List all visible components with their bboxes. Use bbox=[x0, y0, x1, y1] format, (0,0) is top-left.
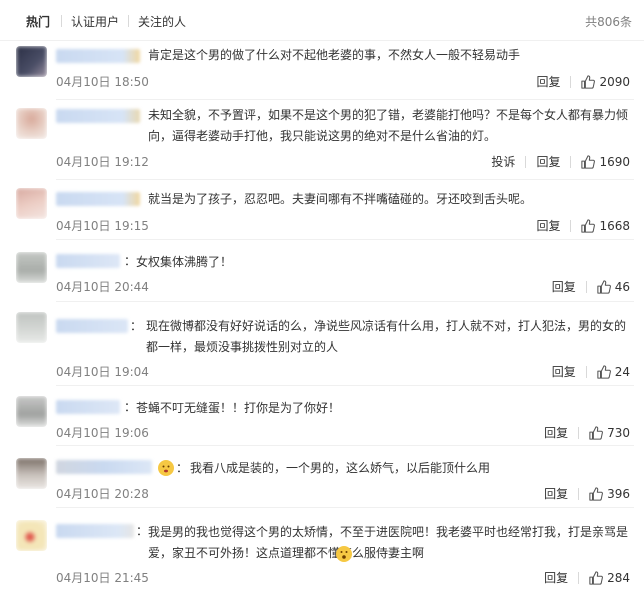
comment-time: 04月10日 18:50 bbox=[56, 75, 149, 89]
comment-text: 苍蝇不叮无缝蛋！！打你是为了你好！ bbox=[136, 401, 341, 415]
comment-time: 04月10日 20:28 bbox=[56, 487, 149, 501]
reply-button[interactable]: 回复 bbox=[552, 278, 576, 295]
thumbs-up-icon bbox=[581, 154, 596, 169]
like-count: 284 bbox=[607, 570, 630, 585]
comment-text: 现在微博都没有好好说话的么，净说些风凉话有什么用，打人就不对，打人犯法，男的女的… bbox=[146, 319, 627, 354]
comment-text: 未知全貌，不予置评，如果不是这个男的犯了错，老婆能打他吗？不是每个女人都有暴力倾… bbox=[148, 108, 629, 143]
username[interactable] bbox=[56, 49, 140, 63]
avatar[interactable] bbox=[16, 312, 47, 343]
comment-item: ： 现在微博都没有好好说话的么，净说些风凉话有什么用，打人就不对，打人犯法，男的… bbox=[0, 302, 644, 386]
report-button[interactable]: 投诉 bbox=[491, 153, 515, 170]
reply-button[interactable]: 回复 bbox=[544, 424, 568, 441]
like-button[interactable]: 284 bbox=[589, 571, 630, 585]
like-button[interactable]: 730 bbox=[589, 426, 630, 440]
thumbs-up-icon bbox=[589, 486, 604, 501]
thumbs-up-icon bbox=[589, 570, 604, 585]
avatar[interactable] bbox=[16, 46, 47, 77]
comment-time: 04月10日 19:06 bbox=[56, 426, 149, 440]
tab-separator bbox=[61, 15, 62, 27]
comment-actions: 回复 2090 bbox=[536, 73, 630, 90]
reply-button[interactable]: 回复 bbox=[552, 363, 576, 380]
avatar[interactable] bbox=[16, 458, 47, 489]
username[interactable] bbox=[56, 192, 140, 206]
comment-time: 04月10日 20:44 bbox=[56, 280, 149, 294]
tab-hot[interactable]: 热门 bbox=[26, 13, 50, 30]
comment-time: 04月10日 21:45 bbox=[56, 571, 149, 585]
comment-text: 女权集体沸腾了！ bbox=[136, 255, 233, 269]
avatar[interactable] bbox=[16, 188, 47, 219]
tab-separator bbox=[128, 15, 129, 27]
like-button[interactable]: 2090 bbox=[581, 75, 630, 89]
comment-item: ： 苍蝇不叮无缝蛋！！打你是为了你好！ 04月10日 19:06 回复 730 bbox=[0, 386, 644, 446]
tab-following[interactable]: 关注的人 bbox=[138, 13, 186, 30]
username[interactable] bbox=[56, 460, 152, 474]
reply-button[interactable]: 回复 bbox=[544, 569, 568, 586]
comment-time: 04月10日 19:15 bbox=[56, 219, 149, 233]
surprised-face-icon bbox=[336, 546, 352, 562]
username[interactable] bbox=[56, 319, 128, 333]
avatar[interactable] bbox=[16, 108, 47, 139]
thumbs-up-icon bbox=[581, 74, 596, 89]
worried-face-icon bbox=[158, 460, 174, 476]
comment-text: 我看八成是装的，一个男的，这么娇气，以后能顶什么用 bbox=[190, 461, 491, 475]
reply-button[interactable]: 回复 bbox=[536, 153, 560, 170]
thumbs-up-icon bbox=[597, 279, 611, 294]
comment-item: 肯定是这个男的做了什么对不起他老婆的事，不然女人一般不轻易动手 04月10日 1… bbox=[0, 40, 644, 100]
like-count: 2090 bbox=[599, 74, 630, 89]
comment-total-count: 共806条 bbox=[585, 15, 632, 29]
comment-item: ： 女权集体沸腾了！ 04月10日 20:44 回复 46 bbox=[0, 240, 644, 302]
like-button[interactable]: 396 bbox=[589, 487, 630, 501]
comment-actions: 回复 284 bbox=[544, 569, 630, 586]
comment-text: 肯定是这个男的做了什么对不起他老婆的事，不然女人一般不轻易动手 bbox=[148, 48, 521, 62]
thumbs-up-icon bbox=[589, 425, 604, 440]
like-count: 1668 bbox=[599, 218, 630, 233]
avatar[interactable] bbox=[16, 520, 47, 551]
like-count: 24 bbox=[614, 364, 630, 379]
comment-actions: 回复 46 bbox=[552, 278, 630, 295]
like-count: 46 bbox=[614, 279, 630, 294]
thumbs-up-icon bbox=[597, 364, 611, 379]
like-button[interactable]: 24 bbox=[597, 365, 630, 379]
like-count: 396 bbox=[607, 486, 630, 501]
username[interactable] bbox=[56, 254, 120, 268]
comment-text: 就当是为了孩子，忍忍吧。夫妻间哪有不拌嘴磕碰的。牙还咬到舌头呢。 bbox=[148, 192, 533, 206]
comment-actions: 投诉 回复 1690 bbox=[491, 153, 630, 170]
comment-item: ： 我看八成是装的，一个男的，这么娇气，以后能顶什么用 04月10日 20:28… bbox=[0, 446, 644, 508]
like-count: 1690 bbox=[599, 154, 630, 169]
comment-time: 04月10日 19:12 bbox=[56, 155, 149, 169]
reply-button[interactable]: 回复 bbox=[536, 217, 560, 234]
reply-button[interactable]: 回复 bbox=[536, 73, 560, 90]
comment-item: 未知全貌，不予置评，如果不是这个男的犯了错，老婆能打他吗？不是每个女人都有暴力倾… bbox=[0, 100, 644, 180]
like-button[interactable]: 1690 bbox=[581, 155, 630, 169]
like-count: 730 bbox=[607, 425, 630, 440]
reply-button[interactable]: 回复 bbox=[544, 485, 568, 502]
avatar[interactable] bbox=[16, 252, 47, 283]
comment-actions: 回复 1668 bbox=[536, 217, 630, 234]
comment-actions: 回复 396 bbox=[544, 485, 630, 502]
like-button[interactable]: 1668 bbox=[581, 219, 630, 233]
comment-time: 04月10日 19:04 bbox=[56, 365, 149, 379]
comment-item: ： 我是男的我也觉得这个男的太矫情，不至于进医院吧！我老婆平时也经常打我，打是亲… bbox=[0, 508, 644, 595]
comment-tabs: 热门 认证用户 关注的人 共806条 bbox=[0, 0, 644, 41]
comment-text: 我是男的我也觉得这个男的太矫情，不至于进医院吧！我老婆平时也经常打我，打是亲骂是… bbox=[148, 525, 629, 560]
like-button[interactable]: 46 bbox=[597, 280, 630, 294]
comment-actions: 回复 24 bbox=[552, 363, 630, 380]
username[interactable] bbox=[56, 109, 140, 123]
username[interactable] bbox=[56, 524, 134, 538]
avatar[interactable] bbox=[16, 396, 47, 427]
username[interactable] bbox=[56, 400, 120, 414]
comment-actions: 回复 730 bbox=[544, 424, 630, 441]
comment-item: 就当是为了孩子，忍忍吧。夫妻间哪有不拌嘴磕碰的。牙还咬到舌头呢。 04月10日 … bbox=[0, 180, 644, 240]
thumbs-up-icon bbox=[581, 218, 596, 233]
tab-verified-users[interactable]: 认证用户 bbox=[71, 13, 119, 30]
